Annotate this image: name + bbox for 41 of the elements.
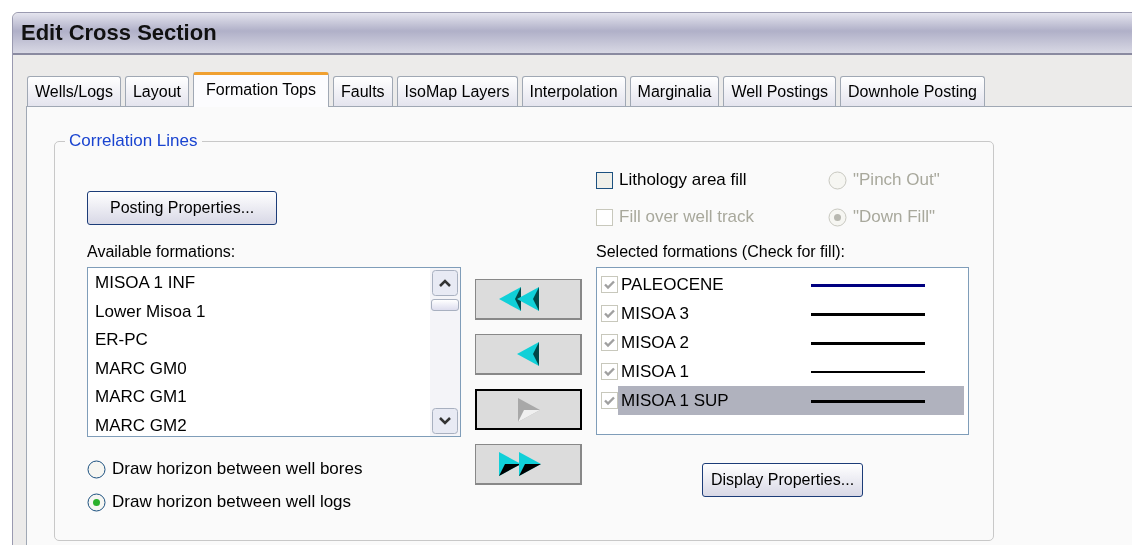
- option-label: "Pinch Out": [853, 170, 940, 190]
- tab[interactable]: Formation Tops: [193, 72, 329, 107]
- scroll-thumb[interactable]: [431, 299, 459, 311]
- tab[interactable]: Downhole Posting: [840, 76, 985, 106]
- formation-name[interactable]: MISOA 1: [621, 357, 811, 386]
- tab[interactable]: Faults: [333, 76, 393, 106]
- display-properties-button[interactable]: Display Properties...: [701, 463, 864, 497]
- list-item[interactable]: MARC GM2: [91, 411, 427, 440]
- list-item[interactable]: MARC GM0: [91, 354, 427, 383]
- window-title: Edit Cross Section: [21, 20, 217, 46]
- list-item[interactable]: MARC GM1: [91, 383, 427, 412]
- scroll-down-icon[interactable]: [432, 408, 458, 434]
- available-formations-list[interactable]: MISOA 1 INF Lower Misoa 1 ER-PC MARC GM0 MARC GM1 MARC GM2: [87, 267, 461, 437]
- radio-label: Draw horizon between well bores: [112, 459, 363, 479]
- list-label: Selected formations (Check for fill):: [596, 243, 846, 262]
- posting-properties-button[interactable]: Posting Properties...: [87, 191, 278, 225]
- tab[interactable]: Wells/Logs: [27, 76, 121, 106]
- radio-button[interactable]: [87, 459, 106, 479]
- checkbox[interactable]: [596, 171, 613, 189]
- radio-button[interactable]: [87, 492, 106, 512]
- tab[interactable]: Layout: [124, 76, 189, 106]
- option-label: Lithology area fill: [619, 170, 747, 190]
- tab[interactable]: Marginalia: [629, 76, 720, 106]
- tab[interactable]: Interpolation: [521, 76, 626, 106]
- formation-name[interactable]: MISOA 2: [621, 328, 811, 357]
- move-button[interactable]: [475, 279, 582, 320]
- move-button[interactable]: [475, 444, 582, 485]
- list-item[interactable]: MISOA 1 INF: [91, 269, 427, 298]
- scroll-up-icon[interactable]: [432, 270, 458, 296]
- list-label: Available formations:: [87, 243, 237, 262]
- scrollbar[interactable]: [430, 268, 460, 436]
- formation-name[interactable]: MISOA 3: [621, 299, 811, 328]
- list-item[interactable]: Lower Misoa 1: [91, 297, 427, 326]
- option-label: "Down Fill": [853, 207, 935, 227]
- tab[interactable]: IsoMap Layers: [396, 76, 518, 106]
- option-label: Fill over well track: [619, 207, 755, 227]
- selected-formations-list[interactable]: PALEOCENE MISOA 3 MISOA 2 MISOA 1 MISOA 1 SUP: [596, 267, 969, 435]
- formation-name[interactable]: PALEOCENE: [621, 270, 811, 299]
- radio-label: Draw horizon between well logs: [112, 492, 352, 512]
- tab[interactable]: Well Postings: [723, 76, 837, 106]
- list-item[interactable]: ER-PC: [91, 326, 427, 355]
